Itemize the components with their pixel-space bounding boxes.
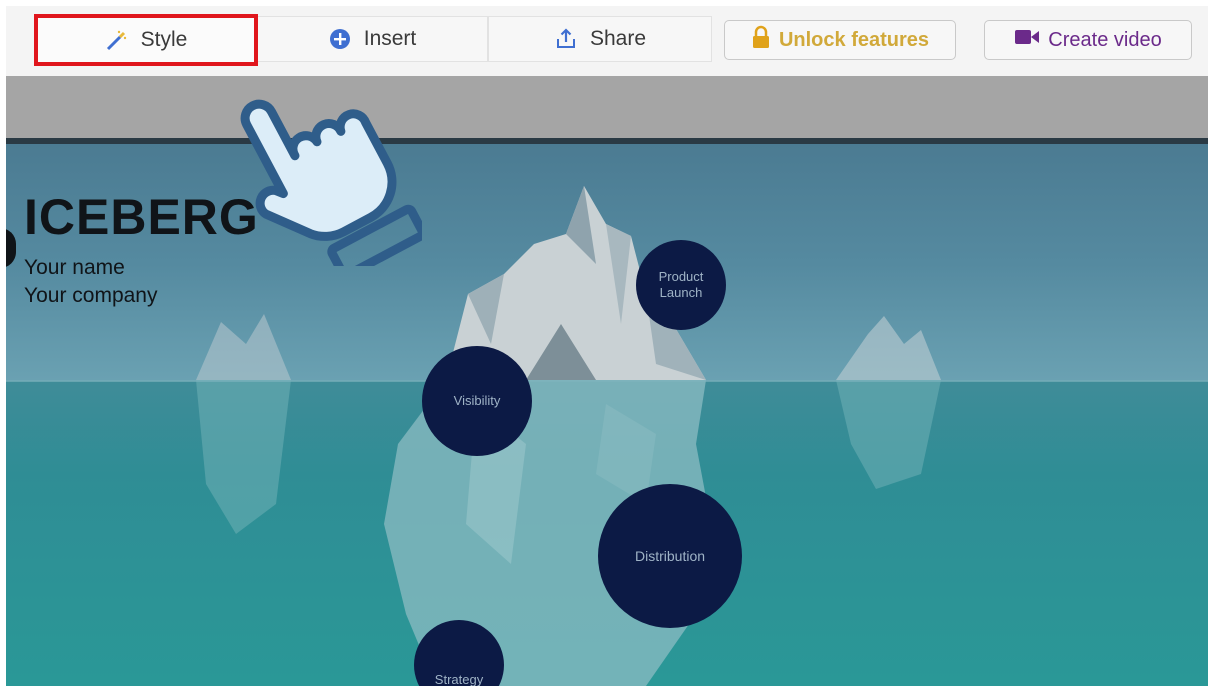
top-toolbar: Insert Share Style Unlock features Creat…	[6, 6, 1208, 77]
tab-insert-label: Insert	[363, 27, 417, 50]
node-visibility[interactable]: Visibility	[422, 346, 532, 456]
secondary-toolbar	[6, 76, 1208, 138]
node-product-launch-label: Product Launch	[658, 269, 704, 300]
magic-wand-icon	[105, 28, 129, 52]
small-iceberg-left	[196, 314, 291, 534]
presenter-company[interactable]: Your company	[24, 284, 157, 308]
node-visibility-label: Visibility	[453, 393, 501, 408]
create-video-button[interactable]: Create video	[984, 20, 1192, 60]
node-distribution-label: Distribution	[634, 548, 706, 564]
tap-hand-icon	[212, 56, 428, 280]
plus-circle-icon	[328, 27, 352, 51]
app-window: Insert Share Style Unlock features Creat…	[6, 6, 1208, 686]
lock-icon	[751, 25, 771, 55]
video-camera-icon	[1014, 28, 1040, 52]
node-strategy-label: Strategy	[434, 672, 484, 686]
tab-share[interactable]: Share	[488, 16, 712, 62]
node-product-launch[interactable]: Product Launch	[636, 240, 726, 330]
unlock-features-button[interactable]: Unlock features	[724, 20, 956, 60]
slide-canvas[interactable]: ICEBERG Your name Your company Product L…	[6, 144, 1208, 686]
create-video-label: Create video	[1048, 28, 1162, 51]
presenter-name[interactable]: Your name	[24, 256, 125, 280]
tab-style-label: Style	[140, 28, 188, 51]
node-distribution[interactable]: Distribution	[598, 484, 742, 628]
share-upload-icon	[554, 27, 578, 51]
unlock-features-label: Unlock features	[778, 28, 930, 51]
small-iceberg-right	[836, 316, 941, 489]
tab-share-label: Share	[589, 27, 647, 50]
